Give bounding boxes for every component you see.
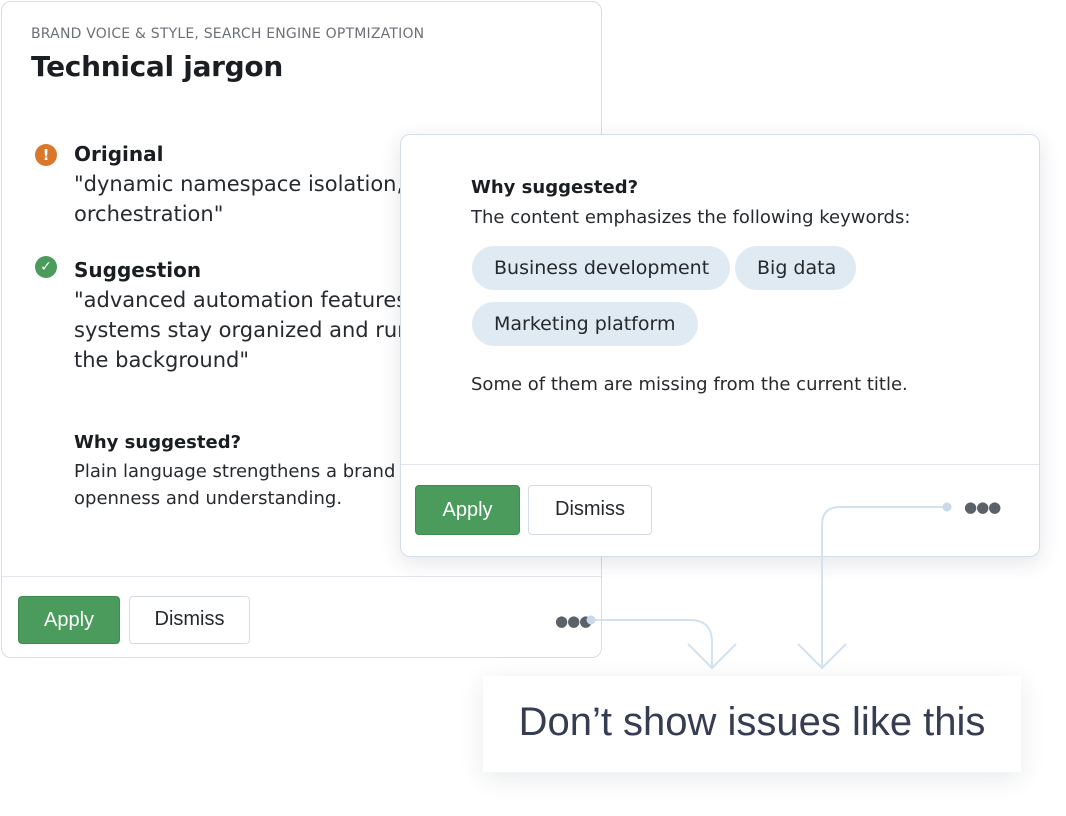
keyword-chip: Business development bbox=[472, 246, 730, 290]
warning-icon: ! bbox=[35, 144, 57, 166]
why-suggested-label: Why suggested? bbox=[471, 177, 639, 198]
suggestion-text-line-2: systems stay organized and run bbox=[74, 318, 411, 342]
dismiss-button[interactable]: Dismiss bbox=[528, 485, 652, 535]
connector-line bbox=[591, 619, 713, 666]
original-text-line-1: "dynamic namespace isolation, bbox=[74, 172, 404, 196]
why-suggested-text-line-1: Plain language strengthens a brand bbox=[74, 461, 396, 482]
keyword-chip: Marketing platform bbox=[472, 302, 698, 346]
keyword-chip: Big data bbox=[735, 246, 856, 290]
original-label: Original bbox=[74, 142, 164, 166]
issue-card-keywords: Why suggested? The content emphasizes th… bbox=[400, 134, 1040, 557]
suggestion-text-line-1: "advanced automation features bbox=[74, 288, 408, 312]
keywords-intro-text: The content emphasizes the following key… bbox=[471, 207, 911, 228]
why-suggested-label: Why suggested? bbox=[74, 432, 242, 453]
issue-category: BRAND VOICE & STYLE, SEARCH ENGINE OPTMI… bbox=[31, 26, 425, 42]
why-suggested-text-line-2: openness and understanding. bbox=[74, 488, 343, 509]
suggestion-text-line-3: the background" bbox=[74, 348, 250, 372]
issue-title: Technical jargon bbox=[31, 50, 283, 83]
check-icon: ✓ bbox=[35, 256, 57, 278]
missing-keywords-note: Some of them are missing from the curren… bbox=[471, 374, 908, 395]
dismiss-button[interactable]: Dismiss bbox=[129, 596, 250, 644]
more-options-icon[interactable]: ●●● bbox=[555, 614, 592, 629]
original-text-line-2: orchestration" bbox=[74, 202, 224, 226]
apply-button[interactable]: Apply bbox=[415, 485, 520, 535]
apply-button[interactable]: Apply bbox=[18, 596, 120, 644]
arrow-head-icon bbox=[797, 643, 847, 670]
dont-show-popup[interactable]: Don’t show issues like this bbox=[483, 676, 1021, 772]
suggestion-label: Suggestion bbox=[74, 258, 202, 282]
card-divider bbox=[2, 576, 601, 577]
more-options-icon[interactable]: ●●● bbox=[964, 500, 1001, 515]
dont-show-option[interactable]: Don’t show issues like this bbox=[483, 700, 1021, 745]
arrow-head-icon bbox=[687, 643, 737, 670]
card-divider bbox=[401, 464, 1039, 465]
